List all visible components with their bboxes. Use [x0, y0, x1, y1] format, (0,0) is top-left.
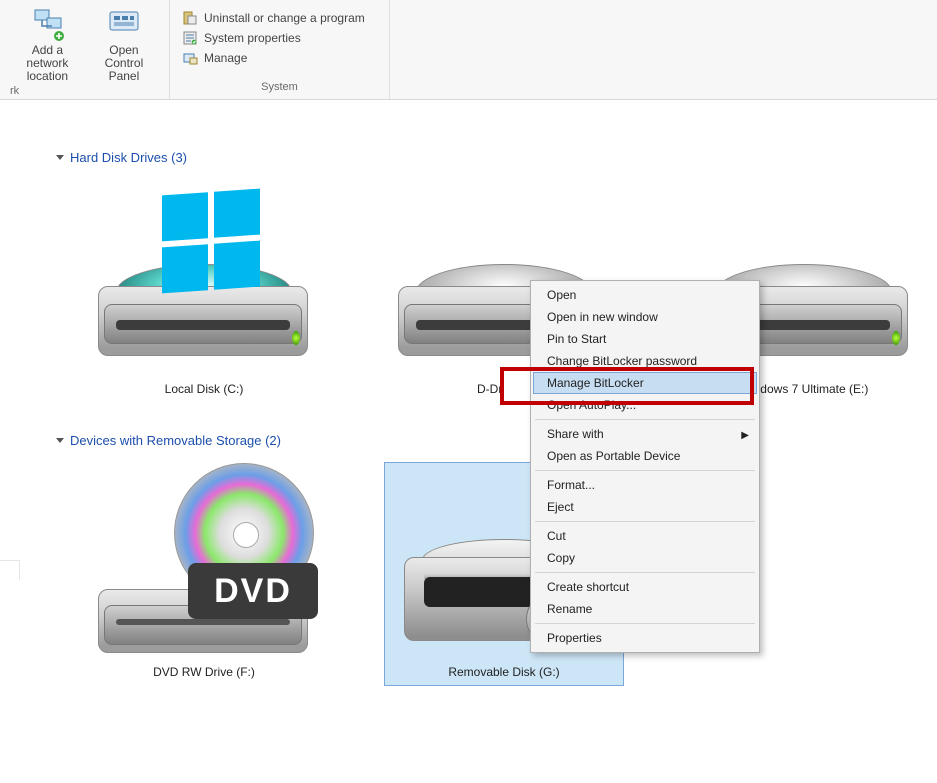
drive-local-c[interactable]: Local Disk (C:): [84, 179, 324, 403]
content-area: Hard Disk Drives (3) Local Disk (C:) D-D…: [0, 100, 937, 716]
ctx-separator: [535, 623, 755, 624]
ctx-create-shortcut[interactable]: Create shortcut: [533, 576, 757, 598]
system-properties-button[interactable]: System properties: [178, 28, 369, 48]
manage-button[interactable]: Manage: [178, 48, 369, 68]
uninstall-program-button[interactable]: Uninstall or change a program: [178, 8, 369, 28]
ctx-cut[interactable]: Cut: [533, 525, 757, 547]
ctx-open[interactable]: Open: [533, 284, 757, 306]
open-control-panel-button[interactable]: Open ControlPanel: [87, 4, 161, 83]
add-network-location-label: Add a networklocation: [14, 44, 81, 83]
ctx-pin-to-start[interactable]: Pin to Start: [533, 328, 757, 350]
ctx-separator: [535, 419, 755, 420]
section-title: Devices with Removable Storage (2): [70, 433, 281, 448]
context-menu: Open Open in new window Pin to Start Cha…: [530, 280, 760, 653]
section-removable-storage[interactable]: Devices with Removable Storage (2): [56, 433, 937, 448]
ctx-rename[interactable]: Rename: [533, 598, 757, 620]
drive-label: Local Disk (C:): [165, 382, 244, 396]
ctx-open-new-window[interactable]: Open in new window: [533, 306, 757, 328]
ctx-manage-bitlocker[interactable]: Manage BitLocker: [533, 372, 757, 394]
nav-pane-stub: [0, 560, 20, 580]
hdd-row: Local Disk (C:) D-Dr Windows 7 Ultimate …: [56, 169, 937, 433]
removable-row: DVD DVD RW Drive (F:) Removable Disk (G:…: [56, 452, 937, 716]
ctx-copy[interactable]: Copy: [533, 547, 757, 569]
drive-dvd-f[interactable]: DVD DVD RW Drive (F:): [84, 462, 324, 686]
add-network-location-button[interactable]: Add a networklocation: [8, 4, 87, 83]
ctx-separator: [535, 572, 755, 573]
ctx-open-autoplay[interactable]: Open AutoPlay...: [533, 394, 757, 416]
section-hard-disk-drives[interactable]: Hard Disk Drives (3): [56, 150, 937, 165]
windows-logo-icon: [162, 189, 260, 294]
ctx-change-bitlocker-password[interactable]: Change BitLocker password: [533, 350, 757, 372]
drive-label: D-Dr: [477, 382, 502, 396]
ctx-share-with[interactable]: Share with▶: [533, 423, 757, 445]
collapse-icon: [56, 155, 64, 160]
ribbon-group-caption-system: System: [178, 79, 381, 97]
manage-label: Manage: [204, 51, 247, 65]
ribbon-group-caption-network: rk: [8, 83, 161, 101]
ribbon-group-network: Add a networklocation Open ControlPanel …: [0, 0, 170, 99]
system-properties-label: System properties: [204, 31, 301, 45]
drive-label: Removable Disk (G:): [448, 665, 559, 679]
uninstall-program-label: Uninstall or change a program: [204, 11, 365, 25]
submenu-arrow-icon: ▶: [741, 428, 749, 444]
ribbon-group-system: Uninstall or change a program System pro…: [170, 0, 390, 99]
ctx-properties[interactable]: Properties: [533, 627, 757, 649]
collapse-icon: [56, 438, 64, 443]
ctx-separator: [535, 521, 755, 522]
ctx-eject[interactable]: Eject: [533, 496, 757, 518]
drive-label: DVD RW Drive (F:): [153, 665, 255, 679]
dvd-text-icon: DVD: [188, 563, 318, 619]
section-title: Hard Disk Drives (3): [70, 150, 187, 165]
ctx-format[interactable]: Format...: [533, 474, 757, 496]
ctx-separator: [535, 470, 755, 471]
ctx-open-portable-device[interactable]: Open as Portable Device: [533, 445, 757, 467]
open-control-panel-label: Open ControlPanel: [93, 44, 155, 83]
ribbon: Add a networklocation Open ControlPanel …: [0, 0, 937, 100]
